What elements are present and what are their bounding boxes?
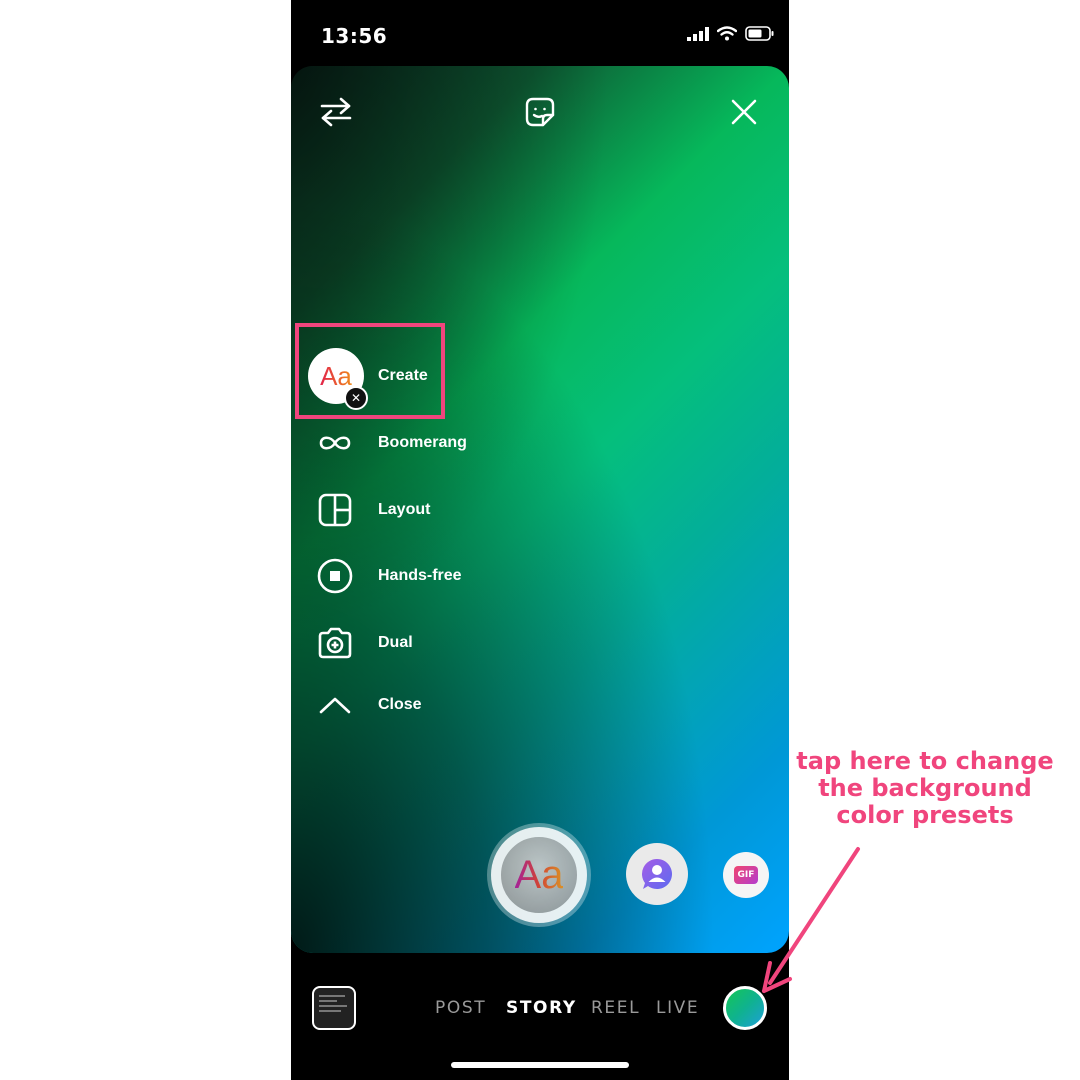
menu-item-label: Hands-free [378, 567, 462, 584]
home-indicator [451, 1062, 629, 1068]
status-bar: 13:56 [291, 0, 789, 66]
infinity-icon [313, 421, 357, 465]
phone-screen: 13:56 Aa ✕ Create Boomerang Layout Hands… [291, 0, 789, 1080]
status-time: 13:56 [321, 24, 388, 48]
menu-item-boomerang[interactable]: Boomerang [313, 421, 467, 465]
shutter-button[interactable]: Aa [491, 827, 587, 923]
annotation-line: the background [818, 774, 1032, 802]
menu-item-label: Layout [378, 501, 431, 518]
menu-item-layout[interactable]: Layout [313, 488, 430, 532]
annotation-line: color presets [836, 801, 1014, 829]
annotation-text: tap here to change the background color … [795, 748, 1055, 829]
battery-icon [745, 26, 774, 41]
signal-icon [687, 26, 709, 41]
text-aa-icon: Aa [514, 852, 564, 897]
menu-item-hands-free[interactable]: Hands-free [313, 554, 462, 598]
tab-reel[interactable]: REEL [591, 998, 640, 1018]
close-icon[interactable] [724, 92, 764, 132]
sticker-icon[interactable] [520, 92, 560, 132]
switch-camera-icon[interactable] [316, 92, 356, 132]
avatar-sticker-button[interactable] [626, 843, 688, 905]
annotation-arrow-icon [762, 847, 860, 993]
gif-icon: GIF [734, 866, 758, 884]
avatar-icon [642, 859, 672, 889]
highlight-box [295, 323, 445, 419]
chevron-up-icon [313, 683, 357, 727]
tab-post[interactable]: POST [435, 998, 486, 1018]
tab-live[interactable]: LIVE [656, 998, 699, 1018]
menu-item-label: Close [378, 696, 422, 713]
menu-item-label: Dual [378, 634, 413, 651]
menu-item-label: Boomerang [378, 434, 467, 451]
status-icons [687, 26, 775, 41]
menu-item-dual[interactable]: Dual [313, 621, 413, 665]
layout-grid-icon [313, 488, 357, 532]
story-canvas[interactable]: Aa ✕ Create Boomerang Layout Hands-free … [291, 66, 789, 953]
stop-circle-icon [313, 554, 357, 598]
wifi-icon [717, 26, 737, 41]
dual-camera-icon [313, 621, 357, 665]
tab-story[interactable]: STORY [506, 998, 577, 1018]
menu-item-close[interactable]: Close [313, 683, 422, 727]
annotation-line: tap here to change [796, 747, 1054, 775]
gallery-thumbnail[interactable] [312, 986, 356, 1030]
